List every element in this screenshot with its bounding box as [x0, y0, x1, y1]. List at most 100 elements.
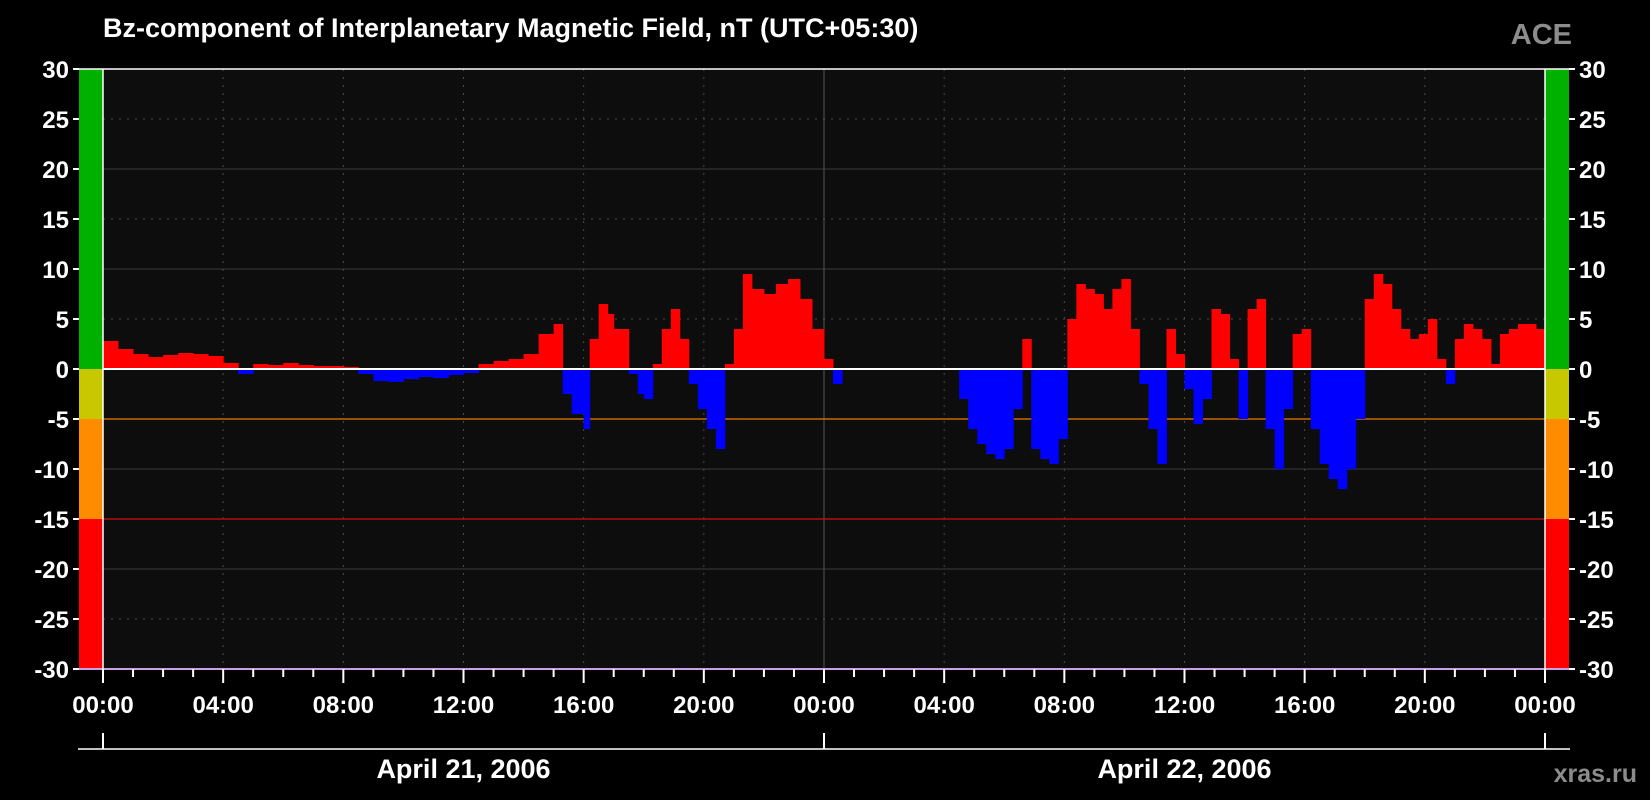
bz-bar: [679, 339, 690, 369]
bz-bar: [977, 369, 987, 444]
bz-bar: [986, 369, 996, 454]
bz-bar: [763, 294, 777, 369]
bz-bar: [118, 349, 134, 369]
bz-bar: [1067, 319, 1077, 369]
bz-bar: [1364, 299, 1375, 369]
bz-bar: [1319, 369, 1330, 464]
bz-bar: [733, 329, 744, 369]
bz-bar: [799, 299, 813, 369]
bz-bar: [1148, 369, 1158, 429]
bz-bar: [163, 355, 179, 369]
bz-bar: [1049, 369, 1059, 464]
bz-bar: [1418, 334, 1429, 369]
bz-bar: [1427, 319, 1438, 369]
x-tick-label: 00:00: [72, 692, 133, 719]
bz-bar: [742, 274, 753, 369]
bz-bar: [388, 369, 404, 382]
x-tick-label: 08:00: [1034, 692, 1095, 719]
bz-bar: [643, 369, 654, 399]
bz-bar: [1085, 289, 1095, 369]
x-tick-label: 16:00: [553, 692, 614, 719]
bz-bar: [1022, 339, 1032, 369]
bz-bar: [811, 329, 825, 369]
bz-chart: Bz-component of Interplanetary Magnetic …: [34, 13, 1637, 788]
bz-bar: [670, 309, 681, 369]
bz-bar: [1463, 324, 1474, 369]
bz-bar: [1454, 339, 1465, 369]
bz-bar: [1040, 369, 1050, 459]
x-tick-label: 20:00: [1394, 692, 1455, 719]
bz-bar: [1157, 369, 1167, 464]
bz-bar: [661, 329, 672, 369]
scale-band-left-3: [79, 519, 103, 669]
x-tick-label: 04:00: [913, 692, 974, 719]
bz-bar: [1391, 309, 1402, 369]
bz-bar: [1283, 369, 1294, 409]
bz-bar: [493, 361, 510, 369]
y-tick-label: 0: [56, 357, 69, 384]
bz-bar: [824, 359, 834, 369]
y-tick-label: 25: [1579, 107, 1606, 134]
bz-bar: [373, 369, 389, 381]
bz-bar: [583, 369, 591, 429]
bz-bar: [523, 354, 540, 369]
bz-bar: [553, 324, 564, 369]
bz-bar: [208, 356, 224, 369]
y-tick-label: -25: [34, 607, 69, 634]
y-tick-label: -10: [34, 457, 69, 484]
bz-bar: [607, 314, 615, 369]
x-tick-label: 00:00: [793, 692, 854, 719]
scale-band-right-2: [1545, 419, 1569, 519]
site-label: xras.ru: [1554, 760, 1637, 788]
bz-bar: [1139, 369, 1149, 384]
bz-bar: [1094, 294, 1104, 369]
bz-bar: [1526, 324, 1537, 369]
x-tick-label: 00:00: [1514, 692, 1575, 719]
bz-bar: [1013, 369, 1023, 409]
scale-band-right-0: [1545, 69, 1569, 369]
y-tick-label: -30: [1579, 657, 1614, 684]
y-axis-right: 30 25 20 15 10 5 0 -5 -10 -15 -20 -25 -30: [1569, 57, 1614, 684]
bz-bar: [1103, 309, 1113, 369]
bz-bar: [833, 369, 843, 384]
bz-bar: [1211, 309, 1222, 369]
bz-bar: [1193, 369, 1204, 424]
bz-bar: [1202, 369, 1213, 399]
bz-bar: [775, 284, 789, 369]
bz-bar: [598, 304, 609, 369]
bz-bar: [1031, 369, 1041, 449]
y-tick-label: 5: [56, 307, 69, 334]
bz-bar: [1256, 299, 1267, 369]
bz-bar: [1130, 329, 1140, 369]
date-label: April 22, 2006: [1097, 754, 1271, 784]
x-tick-label: 08:00: [313, 692, 374, 719]
scale-band-right-1: [1545, 369, 1569, 419]
y-tick-label: 5: [1579, 307, 1592, 334]
x-axis: 00:00 04:00 08:00 12:00 16:00 20:00 00:00 04:00…: [72, 669, 1576, 719]
y-tick-label: 20: [1579, 157, 1606, 184]
bz-bar: [1112, 289, 1122, 369]
bz-bar: [1310, 369, 1321, 429]
x-tick-label: 12:00: [1154, 692, 1215, 719]
y-tick-label: -5: [1579, 407, 1600, 434]
y-tick-label: -30: [34, 657, 69, 684]
date-label: April 21, 2006: [376, 754, 550, 784]
chart-title: Bz-component of Interplanetary Magnetic …: [103, 13, 918, 43]
bz-bar: [1481, 339, 1492, 369]
bz-bar: [637, 369, 645, 394]
scale-band-left-2: [79, 419, 103, 519]
bz-bar: [178, 353, 194, 369]
bz-bar: [1337, 369, 1348, 489]
x-tick-label: 16:00: [1274, 692, 1335, 719]
y-tick-label: -20: [1579, 557, 1614, 584]
y-tick-label: -15: [1579, 507, 1614, 534]
bz-bar: [1436, 359, 1447, 369]
bz-bar: [1121, 279, 1131, 369]
y-axis-left: 30 25 20 15 10 5 0 -5 -10 -15 -20 -25 -30: [34, 57, 79, 684]
bz-bar: [1517, 324, 1528, 369]
bz-bar: [1301, 329, 1312, 369]
bz-bar: [193, 354, 209, 369]
y-tick-label: 25: [42, 107, 69, 134]
y-tick-label: -5: [48, 407, 69, 434]
bz-bar: [1445, 369, 1456, 384]
